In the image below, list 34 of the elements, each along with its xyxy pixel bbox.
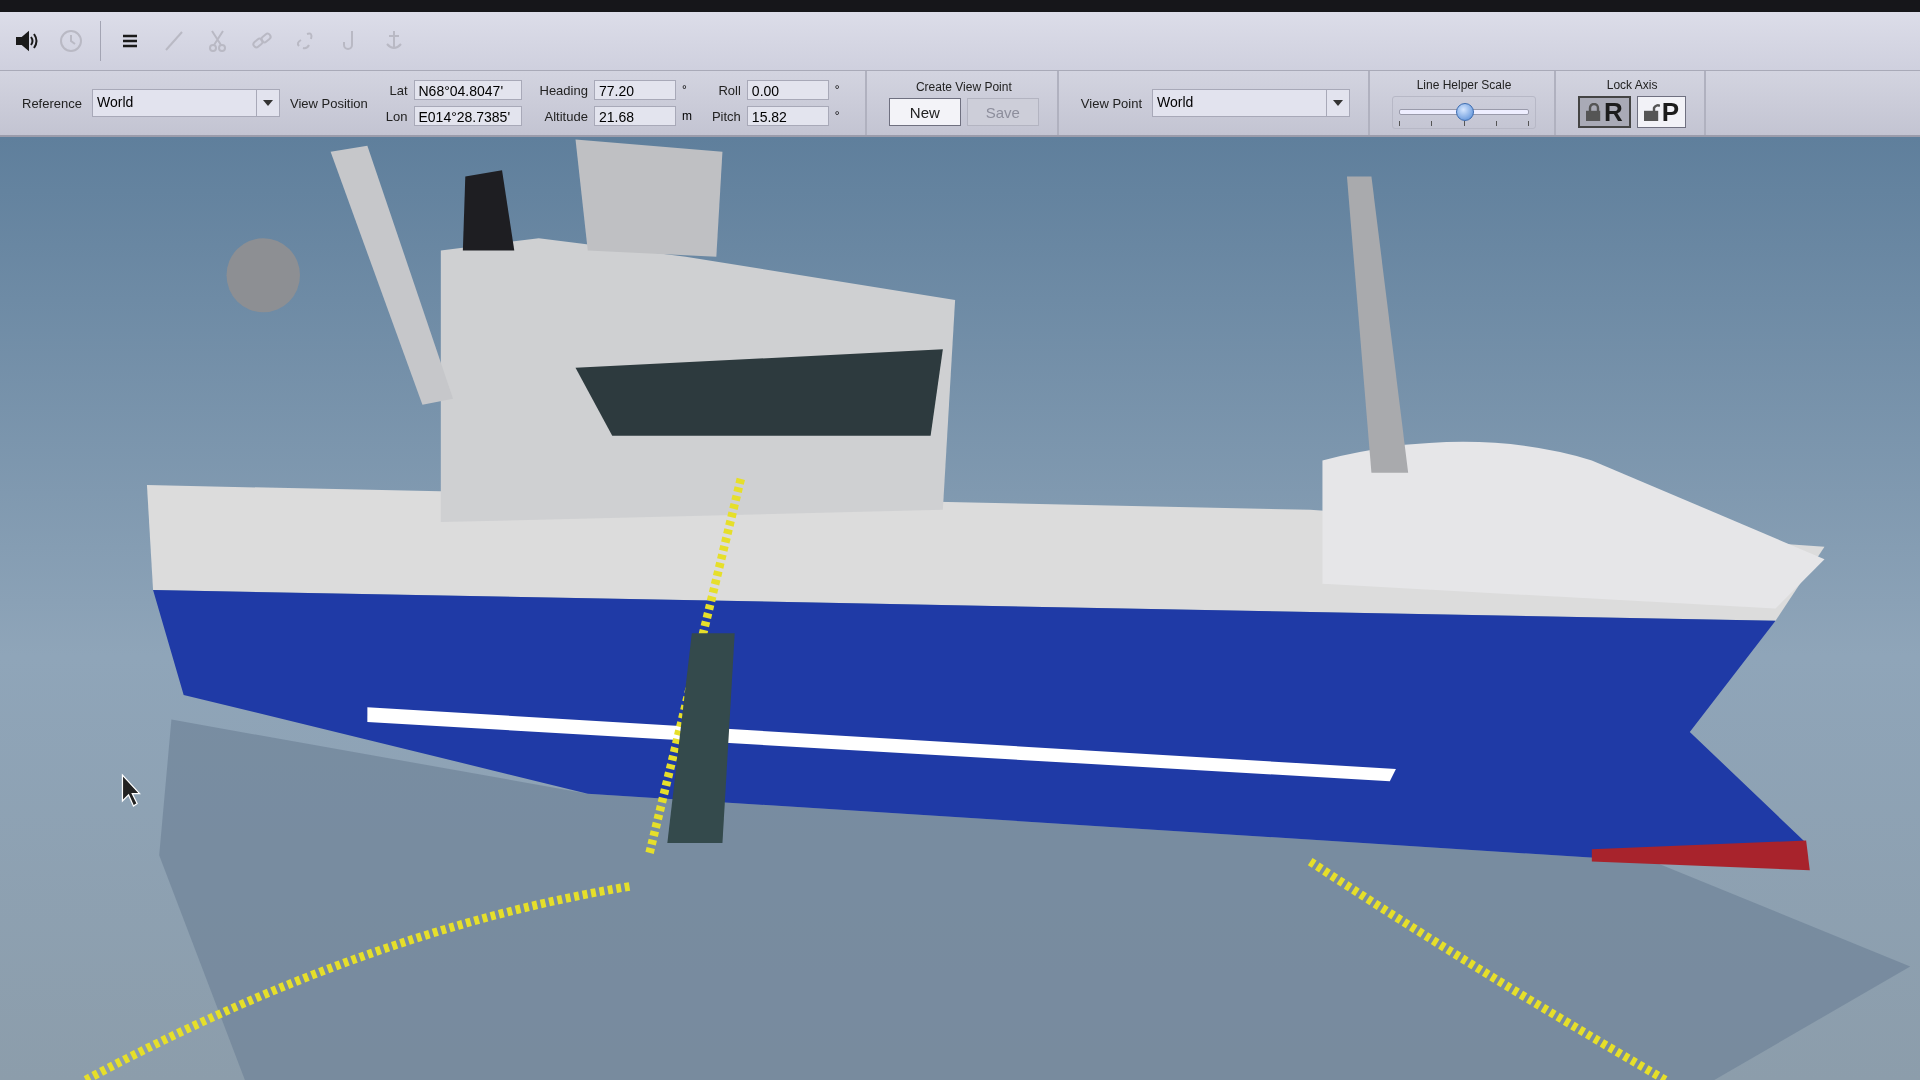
- line-helper-scale-slider[interactable]: [1392, 95, 1537, 129]
- create-view-point-title: Create View Point: [915, 80, 1012, 94]
- lock-axis-title: Lock Axis: [1606, 78, 1658, 92]
- value-field[interactable]: 0.00: [746, 80, 829, 100]
- unit-label: °: [834, 109, 841, 123]
- view-point-label: View Point: [1080, 95, 1143, 111]
- field-label: Roll: [718, 82, 741, 98]
- unit-label: m: [681, 109, 693, 123]
- value-field[interactable]: E014°28.7385': [413, 106, 522, 126]
- slider-thumb[interactable]: [1456, 102, 1475, 121]
- view-position-label: View Position: [290, 95, 368, 111]
- reference-label: Reference: [22, 95, 82, 111]
- view-point-dropdown[interactable]: World: [1152, 89, 1351, 117]
- value-field[interactable]: 77.20: [593, 80, 676, 100]
- padlock-icon: [1586, 103, 1603, 121]
- unit-label: °: [834, 83, 841, 97]
- value-field[interactable]: 21.68: [593, 106, 676, 126]
- field-label: Lon: [385, 108, 408, 124]
- line-helper-scale-title: Line Helper Scale: [1416, 77, 1512, 92]
- mouse-cursor-icon: [121, 773, 141, 807]
- view-point-button[interactable]: New: [888, 98, 961, 126]
- lock-axis-button[interactable]: R: [1578, 96, 1631, 128]
- lock-axis-button[interactable]: P: [1636, 96, 1687, 128]
- reference-dropdown[interactable]: World: [92, 89, 280, 117]
- dropdown-caret-icon: [1333, 100, 1344, 106]
- unit-label: °: [681, 83, 688, 97]
- dropdown-caret-icon: [263, 100, 273, 106]
- field-label: Lat: [389, 82, 408, 98]
- open-padlock-icon: [1643, 103, 1660, 121]
- value-field[interactable]: N68°04.8047': [413, 80, 522, 100]
- value-field[interactable]: 15.82: [746, 106, 829, 126]
- field-label: Altitude: [544, 108, 588, 124]
- field-label: Heading: [539, 82, 588, 98]
- field-label: Pitch: [711, 108, 741, 124]
